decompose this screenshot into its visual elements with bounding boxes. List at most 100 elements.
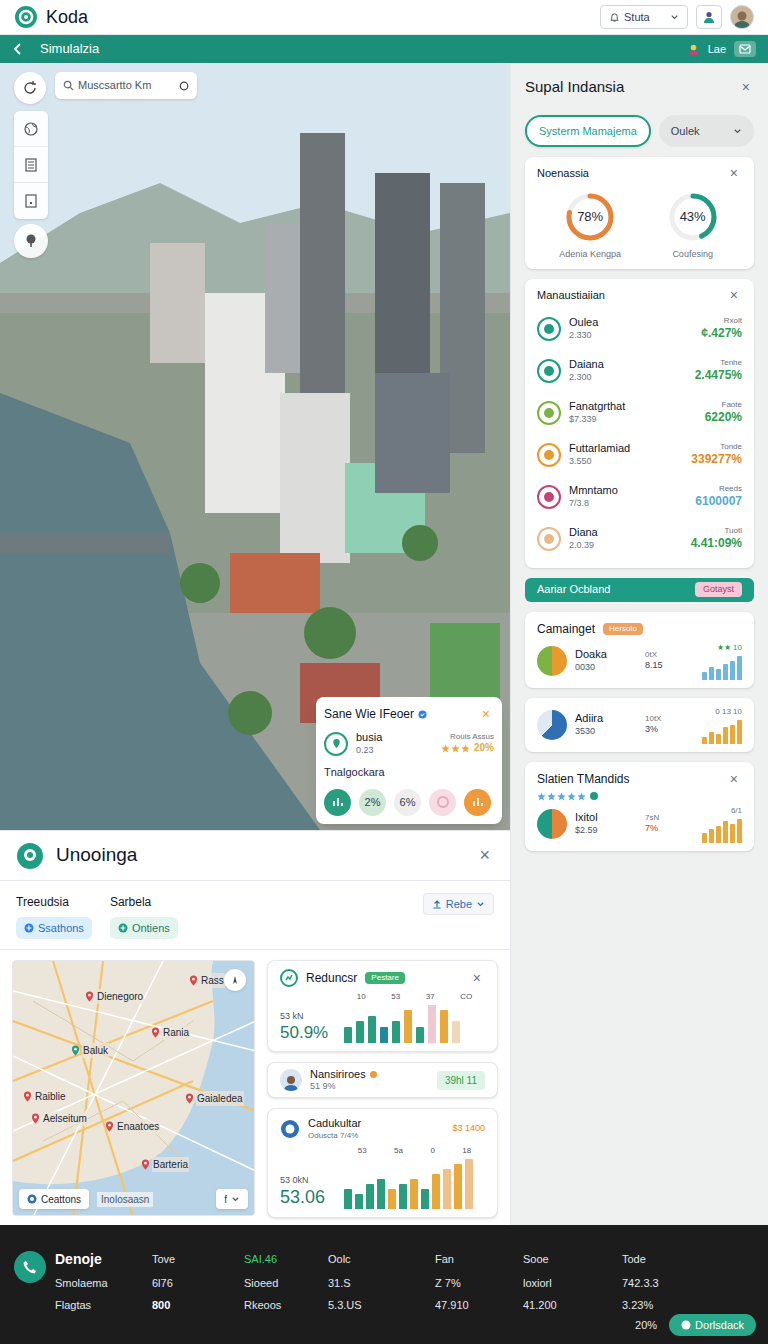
city-photo[interactable]: Sane Wie IFeoer×busia0.23Rouis Assus20%T…: [0, 63, 510, 830]
feedback-button[interactable]: Dorlsdack: [669, 1314, 756, 1336]
card-title: Cadukultar: [308, 1117, 361, 1131]
chip-label: 6%: [400, 794, 416, 811]
card-sub: Oduscta 7/4%: [308, 1131, 361, 1141]
list-row[interactable]: Oulea2.330Rxolt¢.427%: [537, 308, 742, 350]
filter-chip[interactable]: 6%: [394, 789, 421, 816]
column-header[interactable]: Sooe: [523, 1251, 622, 1268]
map-place[interactable]: Dienegoro: [85, 989, 144, 1004]
app-brand[interactable]: Koda: [14, 4, 88, 31]
weather-button[interactable]: [14, 224, 48, 258]
close-button[interactable]: ×: [475, 842, 494, 869]
popup-item[interactable]: busia0.23Rouis Assus20%: [324, 727, 494, 760]
person-icon: [282, 1073, 300, 1091]
list-row[interactable]: Daiana2.300Tenhe2.4475%: [537, 350, 742, 392]
chart-bar: [388, 1189, 396, 1209]
map-place[interactable]: Baluk: [71, 1043, 109, 1058]
close-button[interactable]: ×: [738, 80, 754, 94]
list-button[interactable]: [14, 147, 48, 183]
chevron-down-icon: [733, 127, 742, 136]
bar-chart: [344, 1005, 485, 1043]
chart-bar: [416, 1027, 424, 1043]
filter-chip[interactable]: 2%: [359, 789, 386, 816]
place-icon: [324, 732, 348, 756]
profile-button[interactable]: [696, 5, 722, 29]
map-place[interactable]: Raiblie: [23, 1089, 67, 1104]
app-name: Koda: [46, 4, 88, 31]
close-button[interactable]: ×: [478, 707, 494, 721]
locate-button[interactable]: [14, 72, 46, 104]
row-note: Tuotl: [725, 526, 743, 536]
total-card[interactable]: CadukultarOduscta 7/4%$3 140053 0kN53.06…: [267, 1108, 498, 1218]
stat-card[interactable]: CamaingetHersotoDoaka00300tX8.15★★ 10: [525, 612, 754, 688]
status-dropdown[interactable]: Stuta: [600, 5, 688, 29]
column-header[interactable]: SAI.46: [244, 1251, 328, 1268]
chart-bar: [421, 1189, 429, 1209]
list-row[interactable]: Mmntamo7/3.8Reeds6100007: [537, 476, 742, 518]
footer-bar: DenojeToveSAI.46OolcFanSooeTodeSmolaema6…: [0, 1225, 768, 1344]
close-button[interactable]: ×: [726, 166, 742, 180]
filter-chip[interactable]: [324, 789, 351, 816]
close-button[interactable]: ×: [726, 772, 742, 786]
list-row[interactable]: Fanatgrthat$7.339Faote6220%: [537, 392, 742, 434]
left-column: Sane Wie IFeoer×busia0.23Rouis Assus20%T…: [0, 63, 510, 1225]
progress-ring: 43%Coufesing: [666, 190, 720, 262]
panel-tab[interactable]: Oulek: [659, 115, 754, 147]
row-name: Diana: [569, 526, 598, 540]
column-header[interactable]: Oolc: [328, 1251, 435, 1268]
tab-label: Systerm Mamajema: [539, 123, 637, 140]
nav-user[interactable]: Lae: [708, 41, 726, 58]
close-button[interactable]: ×: [726, 288, 742, 302]
row-name: Oulea: [569, 316, 598, 330]
map-place[interactable]: Rass: [189, 973, 225, 988]
layers-button[interactable]: [14, 111, 48, 147]
refresh-icon: [22, 80, 38, 96]
stat-card[interactable]: Slatien TMandids×Ixitol$2.597sN7%6/1: [525, 762, 754, 851]
column-header[interactable]: Fan: [435, 1251, 523, 1268]
column-header[interactable]: Tove: [152, 1251, 244, 1268]
close-button[interactable]: ×: [469, 971, 485, 985]
popup-title: Sane Wie IFeoer: [324, 705, 414, 723]
row-icon: [537, 401, 561, 425]
map-chip[interactable]: Ceattons: [19, 1189, 89, 1209]
map-place[interactable]: Rania: [151, 1025, 190, 1040]
row-icon: [537, 317, 561, 341]
chart-bar: [730, 824, 735, 843]
nav-title: Simulalzia: [40, 39, 99, 59]
list-row[interactable]: Futtarlamiad3.550Tonde339277%: [537, 434, 742, 476]
search-input[interactable]: [78, 77, 175, 94]
filter-chip[interactable]: [464, 789, 491, 816]
place-popup[interactable]: Sane Wie IFeoer×busia0.23Rouis Assus20%T…: [316, 697, 502, 824]
map-place[interactable]: Enaatoes: [105, 1119, 160, 1134]
chart-card[interactable]: ReduncsrPestare×53 kN50.9%105337CO: [267, 960, 498, 1052]
list-row[interactable]: Diana2.0.39Tuotl4.41:09%: [537, 518, 742, 560]
map-pin-icon: [85, 991, 94, 1002]
avatar-icon[interactable]: [730, 5, 754, 29]
section-badge[interactable]: Gotayst: [695, 582, 742, 598]
person-card[interactable]: Nansiriroes51 9%39hl 11: [267, 1062, 498, 1098]
map-place[interactable]: Gaialedea: [185, 1091, 244, 1106]
stat-card[interactable]: Adiira353010tX3%0 13 10: [525, 698, 754, 752]
zoom-control[interactable]: f: [216, 1189, 248, 1209]
filter-pill[interactable]: Ssathons: [16, 917, 92, 939]
nav-menu-button[interactable]: [734, 41, 756, 57]
place-label: Raiblie: [34, 1089, 67, 1104]
row-value: 2.4475%: [695, 368, 742, 383]
chart-bar: [709, 732, 714, 744]
city-map[interactable]: Rass Dienegoro Rania Baluk Raiblie Aelseitum E…: [12, 960, 255, 1216]
page-button[interactable]: [14, 183, 48, 219]
back-arrow-icon[interactable]: [12, 43, 24, 55]
compass-button[interactable]: [224, 969, 246, 991]
chevron-down-icon: [476, 900, 485, 909]
map-place[interactable]: Barteria: [141, 1157, 189, 1172]
bar-chart: [702, 656, 742, 680]
panel-tab[interactable]: Systerm Mamajema: [525, 115, 651, 147]
table-cell: 742.3.3: [622, 1275, 722, 1292]
action-button[interactable]: Rebe: [423, 893, 494, 915]
map-place[interactable]: Aelseitum: [31, 1111, 88, 1126]
bar-chart: [702, 720, 742, 744]
map-search[interactable]: [55, 72, 197, 99]
filter-chip[interactable]: [429, 789, 456, 816]
chart-bar: [702, 672, 707, 680]
column-header[interactable]: Tode: [622, 1251, 722, 1268]
filter-pill[interactable]: Ontiens: [110, 917, 178, 939]
